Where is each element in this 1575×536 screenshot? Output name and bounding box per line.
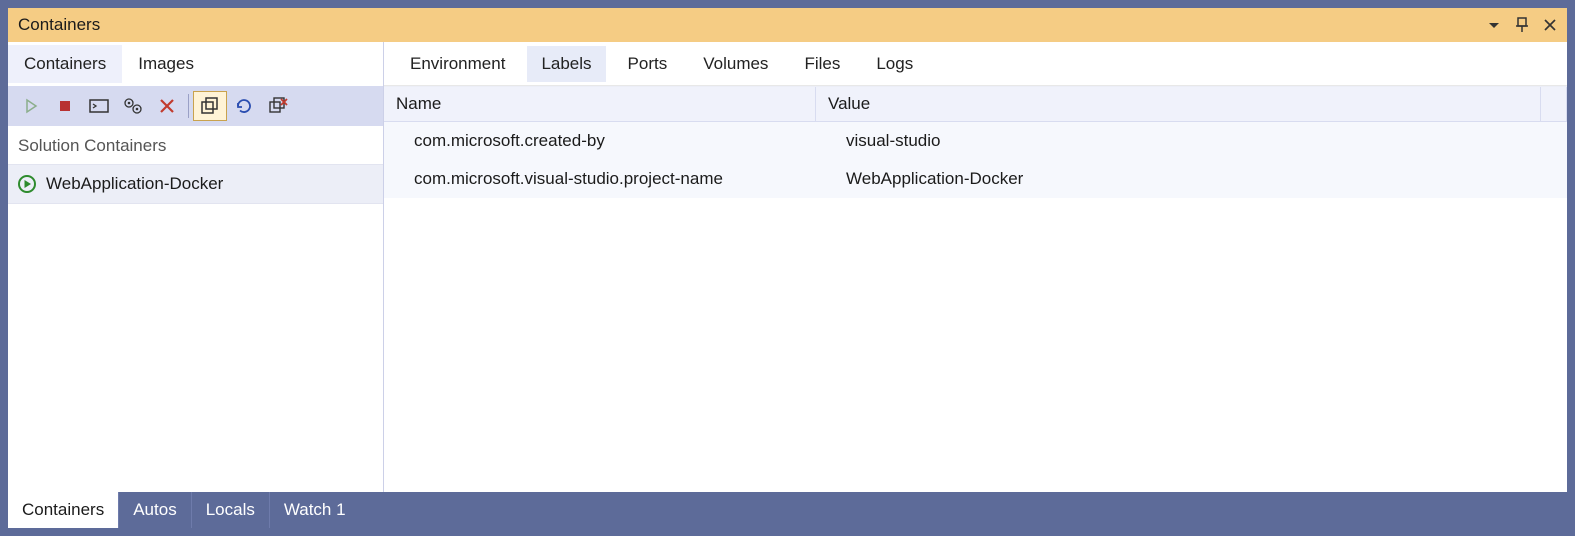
- bottom-tab-autos[interactable]: Autos: [118, 492, 190, 528]
- section-solution-containers: Solution Containers: [8, 126, 383, 164]
- stop-button[interactable]: [48, 91, 82, 121]
- titlebar-controls: [1487, 17, 1557, 33]
- containers-tool-window: Containers Containers Images: [8, 8, 1567, 528]
- titlebar: Containers: [8, 8, 1567, 42]
- content: Containers Images: [8, 42, 1567, 492]
- show-solution-containers-button[interactable]: [193, 91, 227, 121]
- column-header-value[interactable]: Value: [816, 87, 1541, 121]
- bottom-tab-watch1[interactable]: Watch 1: [269, 492, 360, 528]
- toolbar-divider: [188, 94, 189, 118]
- bottom-tab-containers[interactable]: Containers: [8, 492, 118, 528]
- labels-table-header: Name Value: [384, 86, 1567, 122]
- tab-logs[interactable]: Logs: [862, 46, 927, 82]
- table-row[interactable]: com.microsoft.created-by visual-studio: [384, 122, 1567, 160]
- running-status-icon: [18, 175, 36, 193]
- tab-files[interactable]: Files: [790, 46, 854, 82]
- container-name: WebApplication-Docker: [46, 174, 223, 194]
- delete-button[interactable]: [150, 91, 184, 121]
- detail-tabs: Environment Labels Ports Volumes Files L…: [384, 42, 1567, 86]
- container-list-item[interactable]: WebApplication-Docker: [8, 164, 383, 204]
- label-name: com.microsoft.created-by: [384, 131, 816, 151]
- left-tabs: Containers Images: [8, 42, 383, 86]
- bottom-tab-locals[interactable]: Locals: [191, 492, 269, 528]
- tab-environment[interactable]: Environment: [396, 46, 519, 82]
- tab-ports[interactable]: Ports: [614, 46, 682, 82]
- prune-button[interactable]: [261, 91, 295, 121]
- tab-volumes[interactable]: Volumes: [689, 46, 782, 82]
- tab-containers[interactable]: Containers: [8, 45, 122, 83]
- label-value: WebApplication-Docker: [816, 169, 1567, 189]
- play-button[interactable]: [14, 91, 48, 121]
- column-spacer: [1541, 87, 1567, 121]
- bottom-tool-tabs: Containers Autos Locals Watch 1: [8, 492, 1567, 528]
- tab-images[interactable]: Images: [122, 45, 210, 83]
- settings-button[interactable]: [116, 91, 150, 121]
- left-panel: Containers Images: [8, 42, 384, 492]
- window-title: Containers: [18, 15, 100, 35]
- labels-table-body: com.microsoft.created-by visual-studio c…: [384, 122, 1567, 492]
- label-value: visual-studio: [816, 131, 1567, 151]
- right-panel: Environment Labels Ports Volumes Files L…: [384, 42, 1567, 492]
- column-header-name[interactable]: Name: [384, 87, 816, 121]
- refresh-button[interactable]: [227, 91, 261, 121]
- tab-labels[interactable]: Labels: [527, 46, 605, 82]
- label-name: com.microsoft.visual-studio.project-name: [384, 169, 816, 189]
- left-toolbar: [8, 86, 383, 126]
- table-row[interactable]: com.microsoft.visual-studio.project-name…: [384, 160, 1567, 198]
- terminal-button[interactable]: [82, 91, 116, 121]
- close-icon[interactable]: [1543, 18, 1557, 32]
- pin-icon[interactable]: [1515, 17, 1529, 33]
- window-options-dropdown-icon[interactable]: [1487, 18, 1501, 32]
